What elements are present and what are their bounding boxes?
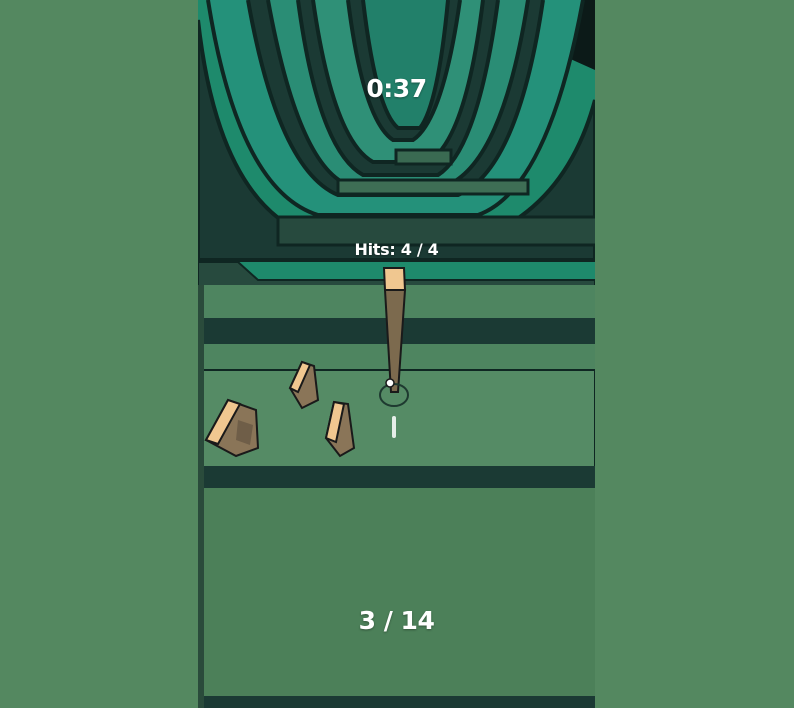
hits-counter: Hits: 4 / 4 xyxy=(354,240,439,259)
game-viewport[interactable]: 0:37 Hits: 4 / 4 3 / 14 xyxy=(198,0,595,708)
timer-text: 0:37 xyxy=(366,74,427,103)
right-letterbox xyxy=(595,0,794,708)
game-scene xyxy=(198,0,595,708)
level-progress: 3 / 14 xyxy=(358,606,435,635)
left-letterbox xyxy=(0,0,198,708)
